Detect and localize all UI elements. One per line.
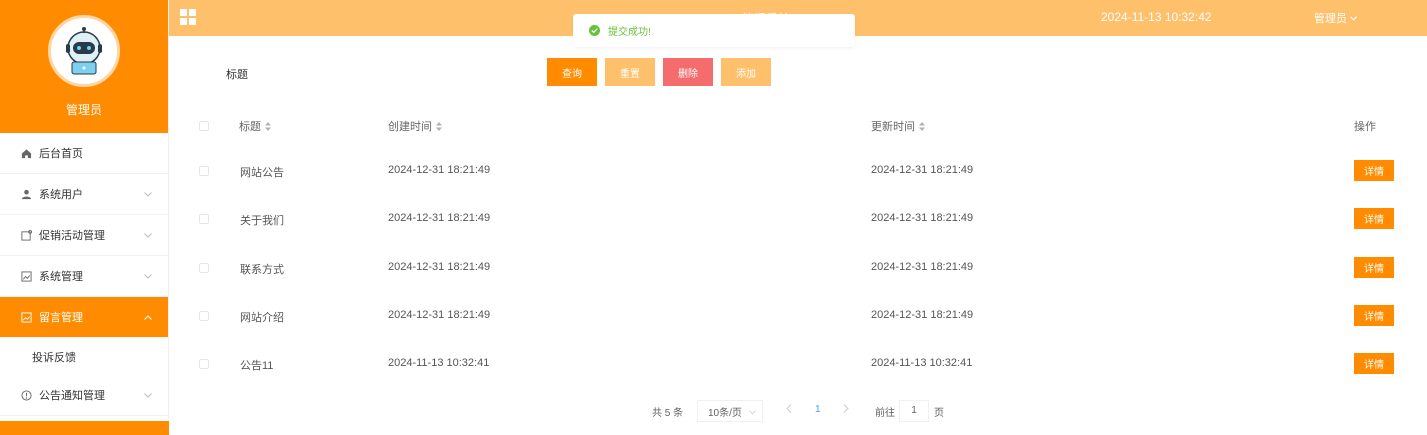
current-datetime: 2024-11-13 10:32:42	[1101, 10, 1212, 24]
detail-button[interactable]: 详情	[1354, 305, 1394, 326]
table-row: 网站公告 2024-12-31 18:21:49 2024-12-31 18:2…	[199, 160, 1399, 181]
row-updated: 2024-12-31 18:21:49	[871, 309, 974, 321]
next-page-icon[interactable]	[843, 404, 849, 416]
detail-button[interactable]: 详情	[1354, 257, 1394, 278]
avatar[interactable]	[48, 15, 120, 87]
row-title: 网站介绍	[240, 312, 284, 324]
image-icon	[20, 311, 33, 324]
toast-message: 提交成功!	[608, 27, 651, 38]
sidebar-item-label: 投诉反馈	[32, 351, 76, 364]
goto-page-input[interactable]: 1	[899, 400, 929, 422]
prev-page-icon[interactable]	[786, 404, 792, 416]
column-header-actions: 操作	[1354, 121, 1376, 133]
row-created: 2024-12-31 18:21:49	[388, 212, 491, 224]
goto-prefix: 前往	[875, 408, 895, 419]
sidebar-item-label: 公告通知管理	[39, 390, 105, 402]
column-header-title[interactable]: 标题	[239, 118, 271, 134]
chevron-up-icon	[144, 311, 152, 323]
delete-button[interactable]: 删除	[663, 58, 713, 86]
pagination-total: 共 5 条	[652, 408, 684, 419]
page-size-select[interactable]: 10条/页	[697, 400, 763, 422]
sidebar-item-messages[interactable]: 留言管理	[0, 297, 168, 338]
row-title: 联系方式	[240, 264, 284, 276]
user-icon	[20, 188, 33, 201]
current-page-number[interactable]: 1	[815, 404, 821, 415]
image-icon	[20, 270, 33, 283]
row-checkbox[interactable]	[199, 214, 209, 224]
sort-icon	[919, 121, 925, 131]
sidebar-subitem-complaints[interactable]: 投诉反馈	[0, 338, 168, 375]
row-updated: 2024-11-13 10:32:41	[871, 357, 973, 369]
row-created: 2024-12-31 18:21:49	[388, 309, 491, 321]
row-title: 关于我们	[240, 215, 284, 227]
sidebar-profile: 管理员	[0, 0, 168, 133]
row-checkbox[interactable]	[199, 263, 209, 273]
row-updated: 2024-12-31 18:21:49	[871, 164, 974, 176]
table-row: 公告11 2024-11-13 10:32:41 2024-11-13 10:3…	[199, 353, 1399, 374]
table-row: 关于我们 2024-12-31 18:21:49 2024-12-31 18:2…	[199, 208, 1399, 229]
sort-icon	[436, 121, 442, 131]
chevron-down-icon	[1350, 12, 1357, 24]
table-row: 网站介绍 2024-12-31 18:21:49 2024-12-31 18:2…	[199, 305, 1399, 326]
row-created: 2024-12-31 18:21:49	[388, 164, 491, 176]
info-icon	[20, 389, 33, 402]
user-dropdown[interactable]: 管理员	[1314, 10, 1357, 26]
user-name: 管理员	[1314, 13, 1347, 25]
detail-button[interactable]: 详情	[1354, 208, 1394, 229]
sort-icon	[265, 121, 271, 131]
add-button[interactable]: 添加	[721, 58, 771, 86]
sidebar-item-promotions[interactable]: 促销活动管理	[0, 215, 168, 256]
chevron-down-icon	[144, 389, 152, 401]
chevron-down-icon	[144, 270, 152, 282]
sidebar: 管理员 后台首页 系统用户 促销活动管理 系统管理 留言管理 投诉反馈 公告通知…	[0, 0, 169, 435]
row-updated: 2024-12-31 18:21:49	[871, 212, 974, 224]
table-row: 联系方式 2024-12-31 18:21:49 2024-12-31 18:2…	[199, 257, 1399, 278]
row-checkbox[interactable]	[199, 359, 209, 369]
sidebar-item-label: 后台首页	[39, 148, 83, 160]
sidebar-item-system-users[interactable]: 系统用户	[0, 174, 168, 215]
query-button[interactable]: 查询	[547, 58, 597, 86]
sidebar-item-label: 留言管理	[39, 312, 83, 324]
sidebar-item-label: 促销活动管理	[39, 230, 105, 242]
success-toast: 提交成功!	[573, 14, 855, 47]
check-circle-icon	[589, 25, 600, 36]
reset-button[interactable]: 重置	[605, 58, 655, 86]
row-created: 2024-12-31 18:21:49	[388, 261, 491, 273]
grid-menu-icon[interactable]	[180, 9, 196, 28]
row-updated: 2024-12-31 18:21:49	[871, 261, 974, 273]
detail-button[interactable]: 详情	[1354, 160, 1394, 181]
detail-button[interactable]: 详情	[1354, 353, 1394, 374]
select-all-checkbox[interactable]	[199, 121, 209, 131]
sidebar-item-label: 系统管理	[39, 271, 83, 283]
row-checkbox[interactable]	[199, 311, 209, 321]
app-root: 管理员 后台首页 系统用户 促销活动管理 系统管理 留言管理 投诉反馈 公告通知…	[0, 0, 1427, 435]
profile-name: 管理员	[65, 103, 102, 117]
row-title: 网站公告	[240, 167, 284, 179]
sidebar-item-home[interactable]: 后台首页	[0, 133, 168, 174]
chevron-down-icon	[144, 188, 152, 200]
column-header-created[interactable]: 创建时间	[388, 118, 442, 134]
column-header-updated[interactable]: 更新时间	[871, 118, 925, 134]
chevron-down-icon	[749, 407, 756, 418]
chevron-down-icon	[144, 229, 152, 241]
sidebar-menu: 后台首页 系统用户 促销活动管理 系统管理 留言管理 投诉反馈 公告通知管理	[0, 133, 168, 416]
table-header: 标题 创建时间 更新时间 操作	[199, 118, 1399, 134]
search-title-label: 标题	[226, 69, 248, 81]
goto-suffix: 页	[934, 408, 944, 419]
home-icon	[20, 147, 33, 160]
row-created: 2024-11-13 10:32:41	[388, 357, 490, 369]
sidebar-next-active-item[interactable]	[0, 421, 169, 435]
sidebar-item-announcements[interactable]: 公告通知管理	[0, 375, 168, 416]
row-title: 公告11	[240, 360, 274, 372]
row-checkbox[interactable]	[199, 166, 209, 176]
activity-icon	[20, 229, 33, 242]
sidebar-item-system-management[interactable]: 系统管理	[0, 256, 168, 297]
robot-avatar-icon	[66, 27, 102, 75]
sidebar-item-label: 系统用户	[39, 189, 83, 201]
